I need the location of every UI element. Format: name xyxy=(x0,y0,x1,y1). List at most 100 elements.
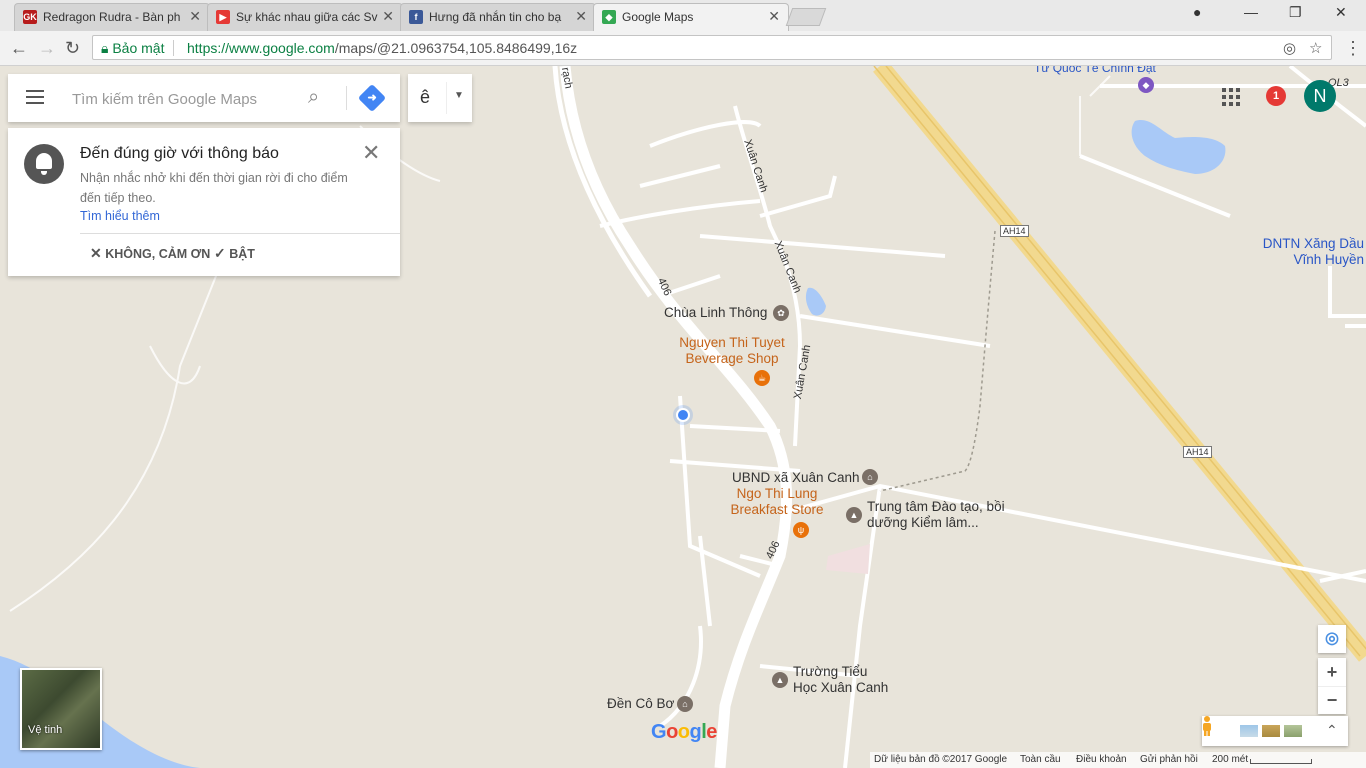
poi-label[interactable]: Trung tâm Đào tạo, bồi dưỡng Kiểm lâm... xyxy=(867,499,1007,531)
highway-shield: AH14 xyxy=(1183,446,1212,458)
caret-down-icon[interactable]: ▼ xyxy=(454,90,464,101)
chevron-up-icon[interactable]: ⌃ xyxy=(1326,722,1338,739)
url-path: /maps/@21.0963754,105.8486499,16z xyxy=(334,40,578,56)
input-language-label: ê xyxy=(420,87,431,107)
poi-label[interactable]: Ngo Thi Lung Breakfast Store xyxy=(722,486,832,518)
shrine-icon[interactable]: ⌂ xyxy=(677,696,693,712)
my-location-icon[interactable]: ◎ xyxy=(1318,625,1346,653)
search-input[interactable] xyxy=(70,86,294,112)
map-canvas[interactable]: rạch Xuân Canh Xuân Canh Xuân Canh 406 4… xyxy=(0,66,1366,768)
school-icon[interactable]: ▲ xyxy=(846,507,862,523)
url-host: https://www.google.com xyxy=(187,40,335,56)
bell-icon xyxy=(24,144,64,184)
avatar[interactable]: N xyxy=(1304,80,1336,112)
school-icon[interactable]: ▲ xyxy=(772,672,788,688)
map-data-attribution[interactable]: Dữ liệu bản đồ ©2017 Google xyxy=(874,754,1007,765)
layer-thumbnail[interactable] xyxy=(1262,725,1280,737)
location-icon[interactable]: ◎ xyxy=(1283,39,1296,57)
decline-button[interactable]: ✕ KHÔNG, CẢM ƠN xyxy=(90,245,210,262)
divider xyxy=(80,233,400,234)
feedback-link[interactable]: Gửi phản hồi xyxy=(1140,754,1198,765)
browser-menu-icon[interactable]: ⋮ xyxy=(1344,38,1362,59)
layer-panel: ⌃ xyxy=(1202,716,1348,746)
bookmark-star-icon[interactable]: ☆ xyxy=(1309,39,1322,57)
tab-close-icon[interactable]: ✕ xyxy=(189,8,201,25)
google-logo: Google xyxy=(651,721,717,743)
zoom-in-button[interactable]: + xyxy=(1318,658,1346,686)
poi-label[interactable]: Đền Cô Bơ xyxy=(607,696,674,711)
poi-label[interactable]: DNTN Xăng Dầu Vĩnh Huyền xyxy=(1262,236,1364,268)
government-icon[interactable]: ⌂ xyxy=(862,469,878,485)
secure-label: Bảo mật xyxy=(112,40,165,56)
search-box: ⌕ ➜ xyxy=(8,74,400,122)
tab-favicon-icon: f xyxy=(409,10,423,24)
poi-label[interactable]: Trường Tiểu Học Xuân Canh xyxy=(793,664,893,696)
tab-title: Sự khác nhau giữa các Sv xyxy=(236,10,378,24)
tab-favicon-icon: ◆ xyxy=(602,10,616,24)
browser-tab-strip: GK Redragon Rudra - Bàn ph ✕ ▶ Sự khác n… xyxy=(0,0,1366,32)
profile-icon[interactable]: ● xyxy=(1193,4,1201,20)
browser-tab-active[interactable]: ◆ Google Maps ✕ xyxy=(593,3,789,31)
notification-card: Đến đúng giờ với thông báo Nhận nhắc nhở… xyxy=(8,128,400,276)
zoom-out-button[interactable]: − xyxy=(1318,686,1346,715)
omnibox[interactable]: 🔒︎ Bảo mật https://www.google.com/maps/@… xyxy=(92,35,1332,60)
learn-more-link[interactable]: Tìm hiểu thêm xyxy=(80,209,160,223)
check-icon: ✓ xyxy=(214,245,226,261)
poi-label[interactable]: Tư Quốc Tế Chính Đạt xyxy=(1034,66,1156,76)
decline-label: KHÔNG, CẢM ƠN xyxy=(105,247,211,261)
tab-favicon-icon: GK xyxy=(23,10,37,24)
restaurant-icon[interactable]: ψ xyxy=(793,522,809,538)
browser-tab[interactable]: f Hưng đã nhắn tin cho bạ ✕ xyxy=(400,3,596,31)
close-icon[interactable]: ✕ xyxy=(362,140,380,166)
zoom-controls: + − xyxy=(1318,658,1346,714)
satellite-label: Vệ tinh xyxy=(28,724,63,736)
directions-icon[interactable]: ➜ xyxy=(357,83,387,113)
pegman-icon[interactable] xyxy=(1202,716,1212,736)
global-link[interactable]: Toàn cầu xyxy=(1020,754,1061,765)
close-window-icon[interactable]: ✕ xyxy=(1335,4,1347,21)
scale-bar xyxy=(1250,759,1312,764)
omnibox-divider xyxy=(173,40,174,56)
secure-indicator[interactable]: 🔒︎ Bảo mật xyxy=(101,40,164,57)
forward-icon[interactable]: → xyxy=(38,38,56,59)
restore-icon[interactable]: ❐ xyxy=(1289,4,1302,21)
hamburger-menu-icon[interactable] xyxy=(26,90,44,108)
browser-tab[interactable]: GK Redragon Rudra - Bàn ph ✕ xyxy=(14,3,210,31)
cafe-icon[interactable]: ☕︎ xyxy=(754,370,770,386)
notifications-badge[interactable]: 1 xyxy=(1266,86,1286,106)
apps-grid-icon[interactable] xyxy=(1222,88,1240,106)
tab-title: Google Maps xyxy=(622,10,694,24)
search-divider xyxy=(346,86,347,110)
temple-icon[interactable]: ✿ xyxy=(773,305,789,321)
back-icon[interactable]: ← xyxy=(10,38,28,59)
tab-title: Hưng đã nhắn tin cho bạ xyxy=(429,10,562,24)
terms-link[interactable]: Điều khoản xyxy=(1076,754,1127,765)
enable-label: BẬT xyxy=(229,247,255,261)
poi-label[interactable]: UBND xã Xuân Canh xyxy=(732,470,860,485)
layer-thumbnail[interactable] xyxy=(1284,725,1302,737)
minimize-icon[interactable]: — xyxy=(1244,4,1258,20)
new-tab-button[interactable] xyxy=(785,8,827,26)
map-footer: Dữ liệu bản đồ ©2017 Google Toàn cầu Điề… xyxy=(870,752,1366,768)
notification-body: Nhận nhắc nhở khi đến thời gian rời đi c… xyxy=(80,171,348,205)
address-toolbar: ← → ↻ 🔒︎ Bảo mật https://www.google.com/… xyxy=(0,31,1366,66)
reload-icon[interactable]: ↻ xyxy=(65,38,80,59)
shopping-icon[interactable]: ◆ xyxy=(1138,77,1154,93)
satellite-toggle[interactable]: Vệ tinh xyxy=(20,668,102,750)
layer-thumbnail[interactable] xyxy=(1240,725,1258,737)
input-tools-divider xyxy=(446,82,447,114)
highway-shield: AH14 xyxy=(1000,225,1029,237)
browser-tab[interactable]: ▶ Sự khác nhau giữa các Sv ✕ xyxy=(207,3,403,31)
input-tools-button[interactable]: ê ▼ xyxy=(408,74,472,122)
poi-label[interactable]: Nguyen Thi Tuyet Beverage Shop xyxy=(672,335,792,367)
tab-title: Redragon Rudra - Bàn ph xyxy=(43,10,181,24)
notification-title: Đến đúng giờ với thông báo xyxy=(80,145,279,162)
poi-label[interactable]: Chùa Linh Thông xyxy=(664,305,767,320)
search-icon[interactable]: ⌕ xyxy=(308,86,319,109)
url-text[interactable]: https://www.google.com/maps/@21.0963754,… xyxy=(187,40,577,56)
tab-close-icon[interactable]: ✕ xyxy=(575,8,587,25)
tab-close-icon[interactable]: ✕ xyxy=(768,8,780,25)
enable-button[interactable]: ✓ BẬT xyxy=(214,245,255,262)
tab-close-icon[interactable]: ✕ xyxy=(382,8,394,25)
tab-favicon-icon: ▶ xyxy=(216,10,230,24)
